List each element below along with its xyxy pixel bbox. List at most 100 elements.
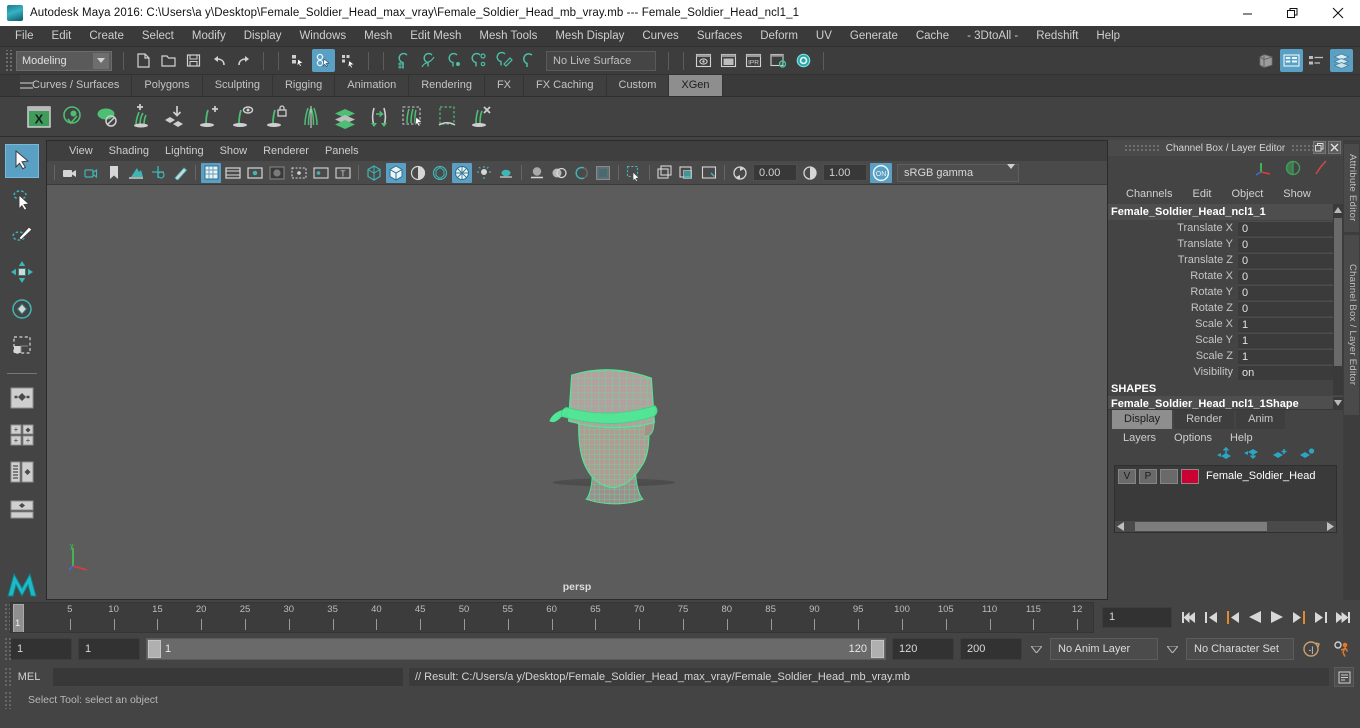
move-layer-down-icon[interactable]: [1244, 447, 1261, 465]
gamma-field[interactable]: 1.00: [823, 164, 867, 181]
go-to-end-icon[interactable]: [1334, 606, 1352, 628]
image-plane-icon[interactable]: [126, 163, 146, 183]
channel-value[interactable]: 0: [1238, 300, 1343, 316]
undo-icon[interactable]: [207, 49, 230, 72]
channel-row-rotate-z[interactable]: Rotate Z 0: [1108, 300, 1343, 316]
lasso-select-tool[interactable]: [5, 181, 39, 215]
script-editor-icon[interactable]: [1334, 667, 1354, 687]
menu-display[interactable]: Display: [235, 26, 291, 47]
menu-windows[interactable]: Windows: [290, 26, 355, 47]
shelf-tab-fx-caching[interactable]: FX Caching: [524, 75, 607, 96]
range-end-field[interactable]: 120: [892, 638, 954, 660]
helpline-grip[interactable]: [4, 691, 11, 709]
command-input[interactable]: [52, 667, 404, 687]
snap-projected-center-icon[interactable]: [467, 49, 490, 72]
range-end-handle[interactable]: [871, 640, 884, 658]
render-settings-icon[interactable]: [767, 49, 790, 72]
minimize-icon[interactable]: [1225, 0, 1270, 26]
anim-layer-chevron-down-icon[interactable]: [1028, 645, 1044, 653]
channel-value[interactable]: 1: [1238, 332, 1343, 348]
menu-edit-mesh[interactable]: Edit Mesh: [401, 26, 470, 47]
channel-value[interactable]: 0: [1238, 268, 1343, 284]
shelf-tab-custom[interactable]: Custom: [606, 75, 670, 96]
ipr-render-icon[interactable]: IPR: [742, 49, 765, 72]
channelbox-attribute-list[interactable]: Female_Soldier_Head_ncl1_1 Translate X 0…: [1108, 204, 1343, 409]
commandline-grip[interactable]: [4, 667, 11, 687]
single-perspective-layout[interactable]: [5, 381, 39, 415]
panel-grip-left[interactable]: [1123, 144, 1160, 152]
viewport-menu-renderer[interactable]: Renderer: [255, 141, 317, 161]
grid-toggle-icon[interactable]: [201, 162, 221, 183]
viewport-menu-shading[interactable]: Shading: [101, 141, 157, 161]
channelbox-scroll-down-icon[interactable]: [1333, 397, 1343, 409]
sidetab-attribute-editor[interactable]: Attribute Editor: [1344, 144, 1359, 232]
channel-row-visibility[interactable]: Visibility on: [1108, 364, 1343, 380]
channel-box-icon[interactable]: [1330, 49, 1353, 72]
range-start-handle[interactable]: [148, 640, 161, 658]
snap-view-plane-icon[interactable]: [492, 49, 515, 72]
menu-cache[interactable]: Cache: [907, 26, 958, 47]
layer-shading-toggle[interactable]: [1160, 468, 1178, 484]
display-layer-list[interactable]: V P Female_Soldier_Head: [1114, 465, 1337, 533]
viewport-menu-view[interactable]: View: [61, 141, 101, 161]
close-icon[interactable]: [1328, 141, 1341, 154]
show-hide-modeling-toolkit-icon[interactable]: [1255, 49, 1278, 72]
snap-curve-icon[interactable]: [417, 49, 440, 72]
step-back-frame-icon[interactable]: [1202, 606, 1220, 628]
shelf-tab-rendering[interactable]: Rendering: [409, 75, 485, 96]
select-hierarchy-icon[interactable]: [287, 49, 310, 72]
render-view-icon[interactable]: [692, 49, 715, 72]
layer-name[interactable]: Female_Soldier_Head: [1206, 470, 1315, 482]
smooth-shade-all-icon[interactable]: [386, 162, 406, 183]
texture-toggle-icon[interactable]: [593, 163, 613, 183]
wireframe-shading-icon[interactable]: [364, 163, 384, 183]
channelbox-menu-show[interactable]: Show: [1273, 188, 1321, 200]
xray-joints-icon[interactable]: [549, 163, 569, 183]
attribute-editor-icon[interactable]: [1280, 49, 1303, 72]
channel-row-rotate-x[interactable]: Rotate X 0: [1108, 268, 1343, 284]
live-surface-field[interactable]: No Live Surface: [546, 50, 656, 71]
step-forward-key-icon[interactable]: [1290, 606, 1308, 628]
range-start-field[interactable]: 1: [78, 638, 140, 660]
new-layer-icon[interactable]: [1271, 447, 1288, 465]
menu-surfaces[interactable]: Surfaces: [688, 26, 751, 47]
shelf-tab-xgen[interactable]: XGen: [669, 75, 723, 96]
bookmark-icon[interactable]: [104, 163, 124, 183]
character-set-field[interactable]: No Character Set: [1186, 638, 1294, 660]
add-guide-icon[interactable]: [192, 100, 226, 134]
go-to-start-icon[interactable]: [1180, 606, 1198, 628]
channel-row-scale-z[interactable]: Scale Z 1: [1108, 348, 1343, 364]
step-back-key-icon[interactable]: [1224, 606, 1242, 628]
hypershade-icon[interactable]: [792, 49, 815, 72]
grease-pencil-icon[interactable]: [170, 163, 190, 183]
menu-edit[interactable]: Edit: [43, 26, 81, 47]
snap-point-icon[interactable]: [442, 49, 465, 72]
channel-row-translate-x[interactable]: Translate X 0: [1108, 220, 1343, 236]
hud-toggle-icon[interactable]: [677, 163, 697, 183]
channelbox-scrollbar[interactable]: [1333, 216, 1343, 395]
xray-icon[interactable]: [527, 163, 547, 183]
shelf-tab-fx[interactable]: FX: [484, 75, 525, 96]
snap-grid-icon[interactable]: [392, 49, 415, 72]
viewport-menu-panels[interactable]: Panels: [317, 141, 367, 161]
move-layer-up-icon[interactable]: [1217, 446, 1234, 465]
command-language-label[interactable]: MEL: [10, 671, 48, 683]
delete-guide-icon[interactable]: [464, 100, 498, 134]
step-forward-frame-icon[interactable]: [1312, 606, 1330, 628]
scroll-right-icon[interactable]: [1326, 518, 1336, 536]
paint-select-tool[interactable]: [5, 218, 39, 252]
play-backwards-icon[interactable]: [1246, 606, 1264, 628]
rangeslider-grip[interactable]: [4, 637, 11, 661]
viewport-menu-lighting[interactable]: Lighting: [157, 141, 212, 161]
render-current-frame-icon[interactable]: [717, 49, 740, 72]
move-tool[interactable]: [5, 255, 39, 289]
select-tool[interactable]: [5, 144, 39, 178]
layer-menu-options[interactable]: Options: [1165, 432, 1221, 444]
shelf-tab-curves-surfaces[interactable]: Curves / Surfaces: [20, 75, 133, 96]
save-scene-icon[interactable]: [182, 49, 205, 72]
anim-layer-field[interactable]: No Anim Layer: [1050, 638, 1158, 660]
import-collection-icon[interactable]: [158, 100, 192, 134]
menu-file[interactable]: File: [6, 26, 43, 47]
channel-value[interactable]: 0: [1238, 252, 1343, 268]
current-frame-field[interactable]: 1: [1102, 606, 1172, 628]
